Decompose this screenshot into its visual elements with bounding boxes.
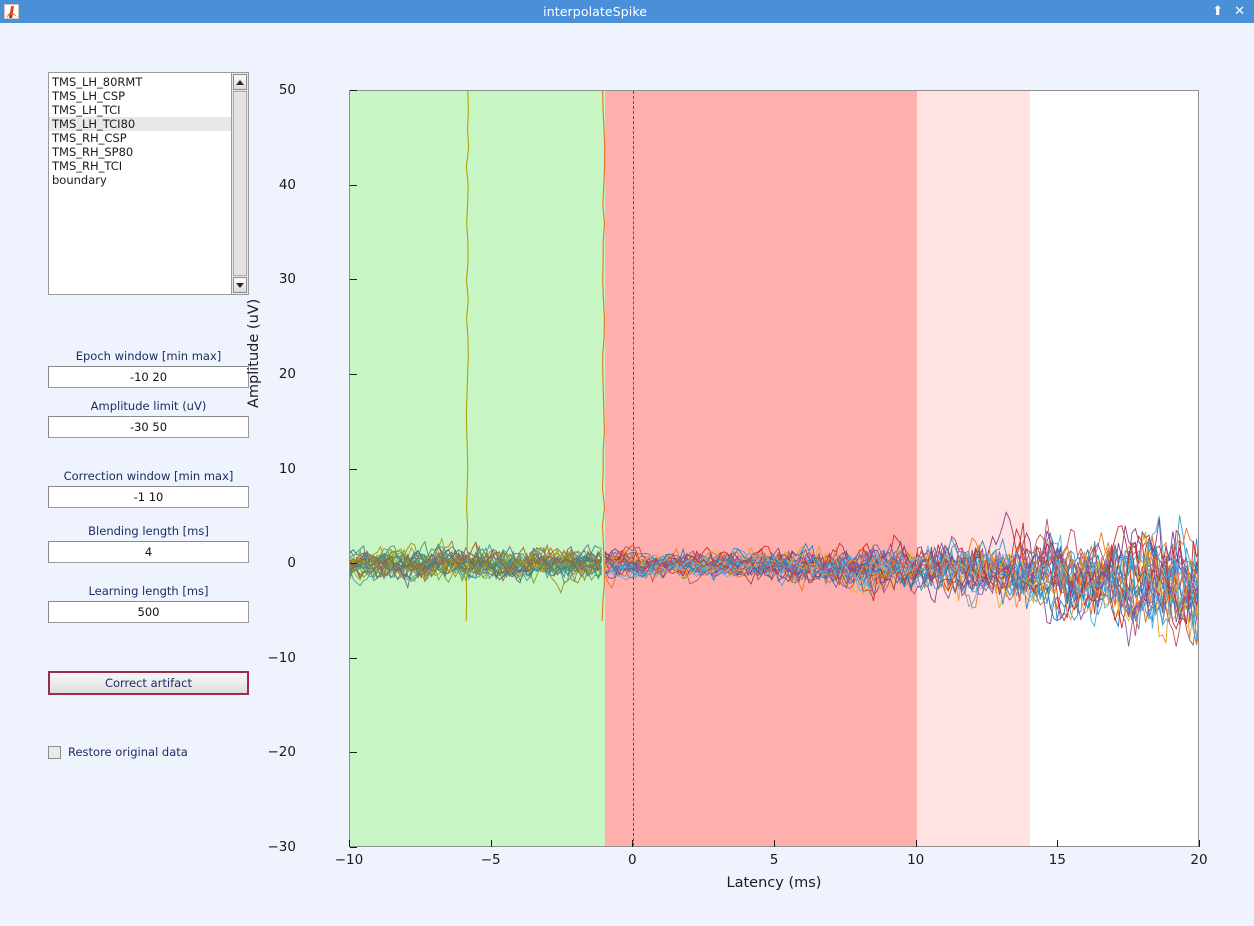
correct-artifact-button[interactable]: Correct artifact — [48, 671, 249, 695]
field-input[interactable] — [48, 486, 249, 508]
restore-original-data-label: Restore original data — [68, 745, 188, 759]
x-tick-mark — [774, 840, 775, 847]
y-tick-mark — [350, 847, 357, 848]
plot-area[interactable] — [349, 90, 1199, 847]
y-tick-label: 20 — [278, 365, 296, 382]
window-controls: ⬆ ✕ — [1212, 0, 1254, 23]
close-icon[interactable]: ✕ — [1234, 0, 1245, 23]
field-group: Learning length [ms] — [48, 584, 249, 623]
field-label: Correction window [min max] — [63, 469, 234, 483]
field-label: Epoch window [min max] — [75, 349, 222, 363]
restore-original-data-checkbox[interactable]: Restore original data — [48, 745, 188, 759]
field-label: Learning length [ms] — [88, 584, 209, 598]
checkbox-box[interactable] — [48, 745, 61, 759]
list-item[interactable]: TMS_LH_TCI80 — [49, 117, 231, 131]
y-tick-mark — [350, 184, 357, 186]
y-tick-mark — [350, 563, 357, 565]
field-group: Blending length [ms] — [48, 524, 249, 563]
y-tick-mark — [350, 468, 357, 470]
window-body: TMS_LH_80RMT TMS_LH_CSP TMS_LH_TCI TMS_LH_T… — [0, 23, 1254, 926]
dataset-listbox[interactable]: TMS_LH_80RMT TMS_LH_CSP TMS_LH_TCI TMS_LH_T… — [48, 72, 249, 295]
maximize-icon[interactable]: ⬆ — [1212, 0, 1223, 23]
y-tick-label: −30 — [267, 839, 297, 855]
x-tick-mark — [915, 840, 917, 847]
field-group: Correction window [min max] — [48, 469, 249, 508]
x-tick-label: 15 — [1048, 852, 1066, 868]
list-item[interactable]: boundary — [49, 173, 231, 187]
list-item[interactable]: TMS_LH_CSP — [49, 89, 231, 103]
x-tick-mark — [1057, 840, 1059, 847]
y-tick-label: −20 — [267, 744, 297, 761]
y-tick-label: 0 — [287, 555, 296, 572]
field-group: Epoch window [min max] — [48, 349, 249, 388]
x-axis-label: Latency (ms) — [726, 875, 822, 891]
x-tick-label: −5 — [480, 852, 501, 868]
list-item[interactable]: TMS_RH_TCI — [49, 159, 231, 173]
window-title: interpolateSpike — [543, 4, 648, 19]
interpolate-spike-window: interpolateSpike ⬆ ✕ TMS_LH_80RMT TMS_LH_… — [0, 0, 1254, 926]
y-tick-mark — [350, 373, 357, 375]
y-tick-mark — [350, 752, 357, 754]
field-label: Amplitude limit (uV) — [90, 399, 207, 413]
list-item[interactable]: TMS_LH_TCI — [49, 103, 231, 117]
marker-stimulus-onset — [633, 91, 635, 846]
y-tick-label: 30 — [278, 271, 296, 288]
field-group: Amplitude limit (uV) — [48, 399, 249, 438]
field-input[interactable] — [48, 366, 249, 388]
y-tick-label: 40 — [278, 176, 296, 193]
dataset-list-items[interactable]: TMS_LH_80RMT TMS_LH_CSP TMS_LH_TCI TMS_LH_T… — [49, 73, 231, 294]
list-item[interactable]: TMS_LH_80RMT — [49, 75, 231, 89]
y-tick-label: 10 — [278, 460, 296, 477]
x-tick-mark — [490, 840, 492, 847]
x-tick-mark — [632, 840, 634, 847]
title-bar: interpolateSpike ⬆ ✕ — [0, 0, 1254, 23]
y-tick-mark — [350, 279, 357, 281]
x-tick-label: 20 — [1190, 852, 1208, 868]
list-item[interactable]: TMS_RH_CSP — [49, 131, 231, 145]
y-tick-label: −10 — [267, 649, 297, 666]
field-input[interactable] — [48, 541, 249, 563]
field-label: Blending length [ms] — [88, 524, 209, 538]
list-item[interactable]: TMS_RH_SP80 — [49, 145, 231, 159]
y-tick-label: 50 — [278, 82, 296, 98]
x-tick-mark — [1199, 840, 1200, 847]
y-tick-mark — [350, 90, 357, 91]
field-input[interactable] — [48, 601, 249, 623]
field-input[interactable] — [48, 416, 249, 438]
x-tick-label: 0 — [628, 852, 637, 868]
x-tick-mark — [349, 840, 350, 847]
x-tick-label: 5 — [769, 852, 779, 868]
x-tick-label: −10 — [334, 852, 364, 868]
trace-pre-stim-spike-olive — [465, 91, 470, 621]
eeg-chart: −30 −20 −10 0 10 20 30 40 50 −10 −5 0 5 10 15 20 Ampli… — [246, 63, 1230, 903]
x-tick-label: 10 — [907, 852, 925, 868]
trace-stim-spike-orange — [601, 91, 606, 621]
y-tick-mark — [350, 657, 357, 659]
waveform-traces — [350, 91, 1198, 647]
y-axis-label: Amplitude (uV) — [246, 298, 262, 408]
